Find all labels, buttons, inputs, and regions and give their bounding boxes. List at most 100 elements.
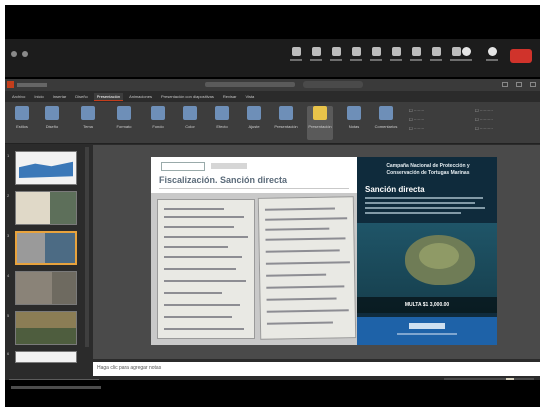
ribbon: Estilos Diseño Tema Formato Fondo Color … [5, 102, 540, 144]
tab-presentacion-diapositivas[interactable]: Presentación con diapositivas [158, 93, 217, 100]
ribbon-option[interactable]: ☐ ·········· [475, 108, 493, 113]
ribbon-button-efecto[interactable]: Efecto [209, 106, 235, 140]
slide-thumbnail[interactable] [15, 311, 77, 345]
tab-revisar[interactable]: Revisar [220, 93, 240, 100]
layout-icon [45, 106, 59, 120]
more-button[interactable] [484, 45, 500, 69]
agency-logo [161, 162, 205, 171]
meeting-toolbar [5, 39, 540, 77]
thumbnails-scrollbar[interactable] [85, 147, 89, 347]
microphone-icon [291, 47, 301, 56]
tab-presentacion[interactable]: Presentación [93, 92, 124, 101]
notes-pane[interactable]: Haga clic para agregar notas [93, 362, 540, 376]
ribbon-button-comentarios[interactable]: Comentarios [373, 106, 399, 140]
turtle-shell [419, 243, 459, 269]
mute-button[interactable] [288, 45, 304, 69]
ribbon-option[interactable]: ☐ ········ [409, 126, 424, 131]
maximize-icon[interactable] [516, 82, 522, 87]
ribbon-button-fondo[interactable]: Fondo [145, 106, 171, 140]
slide-number: 5 [7, 313, 10, 318]
meeting-right-controls [458, 45, 532, 69]
camera-icon [311, 47, 321, 56]
smiley-icon [431, 47, 441, 56]
meeting-controls [288, 45, 464, 69]
ribbon-button-ajuste[interactable]: Ajuste [241, 106, 267, 140]
share-screen-button[interactable] [388, 45, 404, 69]
photo-image [45, 233, 75, 263]
slide-thumbnail-selected[interactable] [15, 231, 77, 265]
notes-placeholder: Haga clic para agregar notas [97, 365, 162, 371]
file-name [205, 82, 295, 87]
poster-fine-amount: MULTA $1 3,000.00 [357, 297, 497, 313]
powerpoint-logo-icon [7, 81, 14, 88]
minimize-icon[interactable] [502, 82, 508, 87]
ribbon-option[interactable]: ☐ ········ [409, 117, 424, 122]
security-button[interactable] [328, 45, 344, 69]
participants-button[interactable] [348, 45, 364, 69]
record-button[interactable] [408, 45, 424, 69]
quick-access-toolbar[interactable] [17, 83, 47, 87]
ribbon-button-formato[interactable]: Formato [111, 106, 137, 140]
notes-icon [347, 106, 361, 120]
shield-icon[interactable] [11, 51, 17, 57]
scanned-document-image[interactable] [151, 193, 357, 345]
document-page [257, 196, 357, 340]
presenter-icon [313, 106, 327, 120]
slideshow-icon [279, 106, 293, 120]
slide-thumbnail[interactable] [15, 191, 77, 225]
meeting-bottom-strip [5, 380, 540, 407]
close-icon[interactable] [530, 82, 536, 87]
comment-icon [379, 106, 393, 120]
meeting-caption [11, 386, 101, 389]
slide-thumbnail[interactable] [15, 351, 77, 363]
search-box[interactable] [303, 81, 363, 88]
campaign-poster[interactable]: Campaña Nacional de Protección y Conserv… [357, 157, 497, 345]
tab-vista[interactable]: Vista [242, 93, 257, 100]
tab-animaciones[interactable]: Animaciones [126, 93, 155, 100]
ribbon-button-presentacion-a[interactable]: Presentación [273, 106, 299, 140]
color-icon [183, 106, 197, 120]
pause-icon [461, 47, 471, 56]
photo-image [16, 328, 76, 344]
map-image [19, 161, 73, 178]
tab-archivo[interactable]: Archivo [9, 93, 28, 100]
end-meeting-button[interactable] [510, 49, 532, 63]
chat-button[interactable] [368, 45, 384, 69]
reactions-button[interactable] [428, 45, 444, 69]
ribbon-option[interactable]: ☐ ·········· [475, 126, 493, 131]
ribbon-option[interactable]: ☐ ·········· [475, 117, 493, 122]
tab-insertar[interactable]: Insertar [50, 93, 70, 100]
poster-body-text [365, 197, 489, 217]
format-icon [117, 106, 131, 120]
people-icon [351, 47, 361, 56]
tab-diseno[interactable]: Diseño [72, 93, 90, 100]
video-button[interactable] [308, 45, 324, 69]
background-icon [151, 106, 165, 120]
slide-title[interactable]: Fiscalización. Sanción directa [159, 175, 287, 185]
styles-icon [15, 106, 29, 120]
photo-image [50, 192, 76, 224]
tab-inicio[interactable]: Inicio [31, 93, 46, 100]
record-icon[interactable] [22, 51, 28, 57]
ribbon-button-diseno[interactable]: Diseño [39, 106, 65, 140]
ribbon-option[interactable]: ☐ ········ [409, 108, 424, 113]
ribbon-button-color[interactable]: Color [177, 106, 203, 140]
ribbon-options-group: ☐ ········ ☐ ········ ☐ ········ [409, 108, 424, 135]
slide-thumbnail[interactable] [15, 151, 77, 185]
adjust-icon [247, 106, 261, 120]
meeting-status [11, 51, 28, 57]
poster-subheading: Sanción directa [365, 185, 425, 194]
ribbon-button-presentacion[interactable]: Presentación [307, 106, 333, 140]
ribbon-button-tema[interactable]: Tema [75, 106, 101, 140]
shield-icon [331, 47, 341, 56]
current-slide[interactable]: Fiscalización. Sanción directa Campaña N… [151, 157, 497, 345]
ribbon-button-estilos[interactable]: Estilos [9, 106, 35, 140]
slide-thumbnail[interactable] [15, 271, 77, 305]
slide-canvas: Fiscalización. Sanción directa Campaña N… [93, 145, 540, 359]
poster-footer-logo [409, 323, 445, 329]
title-divider [159, 188, 349, 189]
poster-footer-line [397, 333, 457, 335]
ribbon-button-notas[interactable]: Notas [341, 106, 367, 140]
pause-share-button[interactable] [458, 45, 474, 69]
slide-number: 1 [7, 153, 10, 158]
